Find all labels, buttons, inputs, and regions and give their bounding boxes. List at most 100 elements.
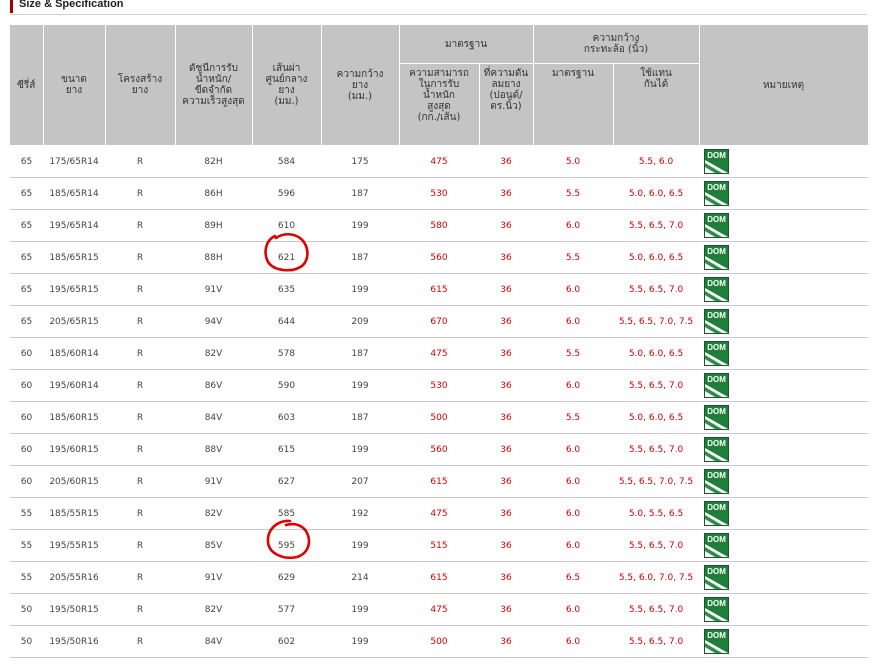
- table-row: 65 195/65R15 R 91V 635 199 615 36 6.0 5.5, 6.5, 7…: [10, 273, 869, 306]
- section-title: Size & Specification: [19, 0, 124, 10]
- cell-max-load: 580: [399, 209, 479, 242]
- cell-remark: DOM: [699, 273, 869, 306]
- cell-width: 209: [321, 305, 399, 338]
- dom-badge-label: DOM: [707, 311, 726, 320]
- header-series: ซีรี่ส์: [10, 25, 44, 146]
- cell-remark: DOM: [699, 209, 869, 242]
- cell-width: 187: [321, 177, 399, 210]
- cell-max-load: 615: [399, 273, 479, 306]
- dom-badge-icon: DOM: [704, 501, 730, 526]
- table-row: 65 175/65R14 R 82H 584 175 475 36 5.0 5.5, 6.0 DOM: [10, 145, 869, 178]
- cell-diameter: 603: [252, 401, 321, 434]
- cell-pressure: 36: [479, 433, 534, 466]
- cell-rim-alt: 5.0, 6.0, 6.5: [613, 241, 700, 274]
- cell-width: 187: [321, 337, 399, 370]
- cell-width: 199: [321, 625, 399, 658]
- dom-badge-label: DOM: [707, 567, 726, 576]
- header-diameter: เส้นผ่า ศูนย์กลาง ยาง (มม.): [252, 25, 322, 146]
- cell-size: 185/60R15: [43, 401, 105, 434]
- dom-badge-label: DOM: [707, 535, 726, 544]
- table-row: 60 195/60R14 R 86V 590 199 530 36 6.0 5.5, 6.5, 7…: [10, 369, 869, 402]
- dom-badge-label: DOM: [707, 183, 726, 192]
- section-header: Size & Specification: [10, 0, 867, 15]
- table-row: 65 185/65R14 R 86H 596 187 530 36 5.5 5.0, 6.0, 6…: [10, 177, 869, 210]
- dom-badge-label: DOM: [707, 247, 726, 256]
- cell-rim-standard: 6.0: [533, 529, 614, 562]
- cell-diameter: 629: [252, 561, 321, 594]
- cell-remark: DOM: [699, 241, 869, 274]
- table-row: 60 205/60R15 R 91V 627 207 615 36 6.0 5.5, 6.5, 7…: [10, 465, 869, 498]
- cell-max-load: 560: [399, 241, 479, 274]
- cell-load-speed: 94V: [175, 305, 252, 338]
- cell-structure: R: [105, 401, 175, 434]
- cell-diameter: 585: [252, 497, 321, 530]
- dom-badge-label: DOM: [707, 215, 726, 224]
- cell-remark: DOM: [699, 529, 869, 562]
- cell-series: 55: [10, 529, 43, 562]
- cell-rim-alt: 5.5, 6.5, 7.0: [613, 433, 700, 466]
- cell-max-load: 475: [399, 497, 479, 530]
- cell-diameter: 635: [252, 273, 321, 306]
- cell-diameter: 595: [252, 529, 321, 562]
- table-row: 60 195/60R15 R 88V 615 199 560 36 6.0 5.5, 6.5, 7…: [10, 433, 869, 466]
- cell-series: 50: [10, 625, 43, 658]
- cell-width: 199: [321, 369, 399, 402]
- dom-badge-icon: DOM: [704, 373, 730, 398]
- cell-diameter: 584: [252, 145, 321, 178]
- cell-width: 214: [321, 561, 399, 594]
- cell-pressure: 36: [479, 497, 534, 530]
- dom-badge-icon: DOM: [704, 469, 730, 494]
- cell-pressure: 36: [479, 145, 534, 178]
- cell-remark: DOM: [699, 369, 869, 402]
- cell-rim-standard: 5.5: [533, 177, 614, 210]
- cell-diameter: 615: [252, 433, 321, 466]
- cell-diameter: 610: [252, 209, 321, 242]
- dom-badge-label: DOM: [707, 279, 726, 288]
- cell-remark: DOM: [699, 593, 869, 626]
- dom-badge-label: DOM: [707, 375, 726, 384]
- cell-max-load: 475: [399, 593, 479, 626]
- cell-pressure: 36: [479, 305, 534, 338]
- cell-load-speed: 91V: [175, 273, 252, 306]
- dom-badge-icon: DOM: [704, 277, 730, 302]
- spec-table: ซีรี่ส์ ขนาด ยาง โครงสร้าง ยาง ดัชนีการรับ…: [10, 25, 869, 658]
- cell-diameter: 577: [252, 593, 321, 626]
- cell-rim-alt: 5.5, 6.0, 7.0, 7.5: [613, 561, 700, 594]
- cell-max-load: 615: [399, 561, 479, 594]
- cell-rim-alt: 5.5, 6.5, 7.0: [613, 369, 700, 402]
- cell-diameter: 590: [252, 369, 321, 402]
- cell-load-speed: 82V: [175, 497, 252, 530]
- header-remark: หมายเหตุ: [699, 25, 869, 146]
- cell-remark: DOM: [699, 305, 869, 338]
- cell-remark: DOM: [699, 561, 869, 594]
- cell-width: 192: [321, 497, 399, 530]
- cell-load-speed: 89H: [175, 209, 252, 242]
- cell-rim-alt: 5.0, 5.5, 6.5: [613, 497, 700, 530]
- cell-size: 195/60R15: [43, 433, 105, 466]
- cell-series: 65: [10, 273, 43, 306]
- dom-badge-label: DOM: [707, 343, 726, 352]
- cell-series: 65: [10, 145, 43, 178]
- table-row: 65 195/65R14 R 89H 610 199 580 36 6.0 5.5, 6.5, 7…: [10, 209, 869, 242]
- cell-size: 185/65R15: [43, 241, 105, 274]
- cell-size: 185/65R14: [43, 177, 105, 210]
- cell-series: 50: [10, 593, 43, 626]
- cell-rim-standard: 6.0: [533, 369, 614, 402]
- cell-pressure: 36: [479, 529, 534, 562]
- cell-size: 175/65R14: [43, 145, 105, 178]
- cell-pressure: 36: [479, 561, 534, 594]
- cell-rim-alt: 5.0, 6.0, 6.5: [613, 401, 700, 434]
- cell-remark: DOM: [699, 497, 869, 530]
- table-row: 55 185/55R15 R 82V 585 192 475 36 6.0 5.0, 5.5, 6…: [10, 497, 869, 530]
- table-row: 60 185/60R15 R 84V 603 187 500 36 5.5 5.0, 6.0, 6…: [10, 401, 869, 434]
- cell-structure: R: [105, 497, 175, 530]
- cell-structure: R: [105, 369, 175, 402]
- cell-max-load: 500: [399, 401, 479, 434]
- cell-pressure: 36: [479, 273, 534, 306]
- dom-badge-icon: DOM: [704, 181, 730, 206]
- cell-max-load: 560: [399, 433, 479, 466]
- cell-size: 185/55R15: [43, 497, 105, 530]
- table-row: 50 195/50R16 R 84V 602 199 500 36 6.0 5.5, 6.5, 7…: [10, 625, 869, 658]
- table-row: 50 195/50R15 R 82V 577 199 475 36 6.0 5.5, 6.5, 7…: [10, 593, 869, 626]
- cell-structure: R: [105, 177, 175, 210]
